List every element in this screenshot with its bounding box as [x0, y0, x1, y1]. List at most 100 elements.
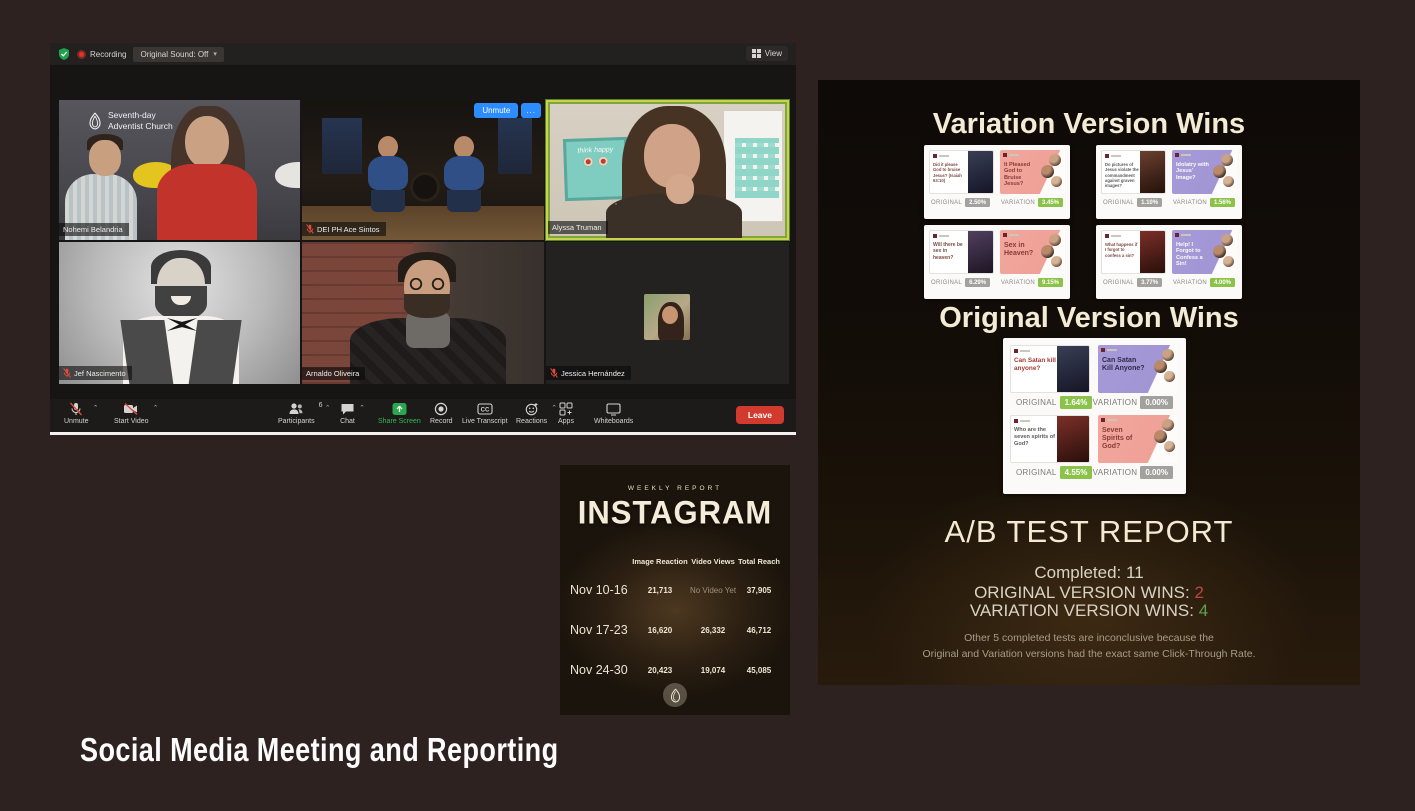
chevron-up-icon[interactable]: ⌃ — [93, 404, 99, 412]
video-tile-arnaldo[interactable]: Arnaldo Oliveira — [302, 242, 544, 384]
mini-brand-icon — [1105, 234, 1109, 238]
person-silhouette — [444, 136, 484, 212]
original-sound-label: Original Sound: Off — [140, 50, 208, 59]
variation-ctr-badge: 0.00% — [1140, 396, 1173, 409]
participant-name-tag: Jessica Hernández — [546, 366, 631, 380]
variation-thumbnail: Can Satan Kill Anyone? — [1098, 345, 1178, 393]
original-ctr-badge: 1.10% — [1137, 198, 1162, 207]
live-transcript-button[interactable]: CC Live Transcript — [462, 402, 508, 425]
mini-brand-icon — [1003, 153, 1007, 157]
thumbnail-photo — [1140, 151, 1165, 193]
person-silhouette — [368, 136, 408, 212]
ab-test-card: What happens if I forgot to confess a si… — [1096, 225, 1242, 299]
variation-ctr-badge: 3.45% — [1038, 198, 1063, 207]
window-bottom-strip — [50, 432, 796, 435]
chevron-up-icon[interactable]: ⌃ — [551, 404, 557, 412]
leave-button[interactable]: Leave — [736, 406, 784, 424]
record-icon — [434, 402, 448, 416]
avatar-circles — [1154, 349, 1176, 385]
mini-brand-icon — [1014, 419, 1018, 423]
variation-thumbnail: Sex in Heaven? — [1000, 230, 1065, 274]
mini-brand-icon — [1101, 348, 1105, 352]
svg-text:CC: CC — [480, 408, 489, 414]
participants-icon — [288, 402, 304, 416]
original-ctr-badge: 1.64% — [1060, 396, 1093, 409]
whiteboards-button[interactable]: Whiteboards — [594, 402, 633, 425]
avatar-circles — [1041, 154, 1063, 190]
share-screen-button[interactable]: Share Screen — [378, 402, 421, 425]
studio-table-shape — [410, 172, 440, 202]
slide-caption: Social Media Meeting and Reporting — [80, 731, 559, 769]
original-thumbnail: Who are the seven spirits of God? — [1010, 415, 1090, 463]
original-wins-line: ORIGINAL VERSION WINS: 2 — [818, 583, 1360, 603]
table-row: Nov 10-16 21,713 No Video Yet 37,905 — [570, 570, 780, 610]
chevron-up-icon[interactable]: ⌃ — [325, 404, 331, 412]
watermark-text: Seventh-day Adventist Church — [108, 110, 173, 131]
chat-button[interactable]: Chat ⌃ — [340, 402, 355, 425]
recording-label: Recording — [90, 50, 126, 59]
think-happy-sign: think happy — [563, 137, 629, 201]
original-sound-toggle[interactable]: Original Sound: Off ▾ — [133, 47, 223, 62]
participants-button[interactable]: Participants 6 ⌃ — [278, 402, 315, 425]
record-button[interactable]: Record — [430, 402, 453, 425]
recording-dot-icon — [77, 50, 86, 59]
unmute-participant-button[interactable]: Unmute — [474, 103, 518, 118]
encryption-shield-icon — [58, 48, 70, 60]
instagram-report-panel: WEEKLY REPORT INSTAGRAM Image Reaction V… — [560, 465, 790, 715]
reactions-button[interactable]: Reactions ⌃ — [516, 402, 547, 425]
ab-report-title: A/B TEST REPORT — [818, 514, 1360, 550]
col-video-views: Video Views — [688, 557, 738, 566]
studio-screen-shape — [498, 118, 532, 174]
ab-test-card: Will there be sex in heaven? Sex in Heav… — [924, 225, 1070, 299]
zoom-meeting-window: Recording Original Sound: Off ▾ View Se — [50, 43, 796, 435]
report-kicker: WEEKLY REPORT — [560, 485, 790, 492]
mini-brand-icon — [1175, 233, 1179, 237]
apps-grid-icon — [559, 402, 573, 416]
person-silhouette — [185, 116, 229, 168]
avatar-circles — [1154, 419, 1176, 455]
ab-test-row: Can Satan kill anyone? Can Satan Kill An… — [1010, 345, 1179, 409]
chair-shape-white — [275, 162, 300, 188]
video-tile-jessica-video-off[interactable]: Jessica Hernández — [546, 242, 789, 384]
variation-ctr-badge: 0.00% — [1140, 466, 1173, 479]
variation-thumbnail: It Pleased God to Bruise Jesus? — [1000, 150, 1065, 194]
participant-name-tag: Jef Nascimento — [59, 366, 132, 380]
video-tile-ace[interactable]: Unmute ... DEI PH Ace Sintos — [302, 100, 544, 240]
view-button[interactable]: View — [746, 46, 788, 61]
person-silhouette — [157, 164, 257, 240]
gallery-view-icon — [752, 49, 761, 58]
chevron-down-icon: ▾ — [213, 50, 217, 58]
video-tile-jef[interactable]: Jef Nascimento — [59, 242, 300, 384]
chevron-up-icon[interactable]: ⌃ — [153, 404, 159, 412]
variation-ctr-badge: 1.56% — [1210, 198, 1235, 207]
sda-flame-icon — [669, 688, 682, 703]
participants-count: 6 — [319, 402, 323, 409]
ab-test-card: Do pictures of Jesus violate the command… — [1096, 145, 1242, 219]
mini-brand-icon — [1014, 349, 1018, 353]
chevron-up-icon[interactable]: ⌃ — [359, 404, 365, 412]
original-wins-card: Can Satan kill anyone? Can Satan Kill An… — [1003, 338, 1186, 494]
thumbnail-photo — [1140, 231, 1165, 273]
thumbnail-photo — [968, 231, 993, 273]
start-video-button[interactable]: Start Video ⌃ — [114, 402, 149, 425]
thumbnail-photo — [968, 151, 993, 193]
participant-name-tag: DEI PH Ace Sintos — [302, 222, 386, 236]
video-tile-nohemi[interactable]: Seventh-day Adventist Church Nohemi Bela… — [59, 100, 300, 240]
ab-test-row: Who are the seven spirits of God? Seven … — [1010, 415, 1179, 479]
unmute-button[interactable]: Unmute ⌃ — [64, 402, 89, 425]
original-ctr-badge: 6.29% — [965, 278, 990, 287]
more-options-button[interactable]: ... — [521, 103, 541, 118]
recording-indicator: Recording — [77, 50, 126, 59]
zoom-top-bar: Recording Original Sound: Off ▾ View — [50, 43, 796, 65]
zoom-toolbar: Unmute ⌃ Start Video ⌃ Pa — [50, 399, 796, 432]
sda-flame-icon — [87, 112, 103, 130]
flower-shape — [584, 157, 593, 166]
apps-button[interactable]: Apps — [558, 402, 574, 425]
studio-screen-shape — [322, 118, 362, 174]
profile-photo — [644, 294, 690, 340]
variation-wins-line: VARIATION VERSION WINS: 4 — [818, 601, 1360, 621]
participant-name-tag: Alyssa Truman — [548, 221, 608, 234]
video-tile-alyssa-active-speaker[interactable]: think happy Alyssa Truman — [546, 100, 789, 240]
ab-test-panel: Variation Version Wins Did it please God… — [818, 80, 1360, 685]
share-screen-icon — [392, 402, 407, 416]
